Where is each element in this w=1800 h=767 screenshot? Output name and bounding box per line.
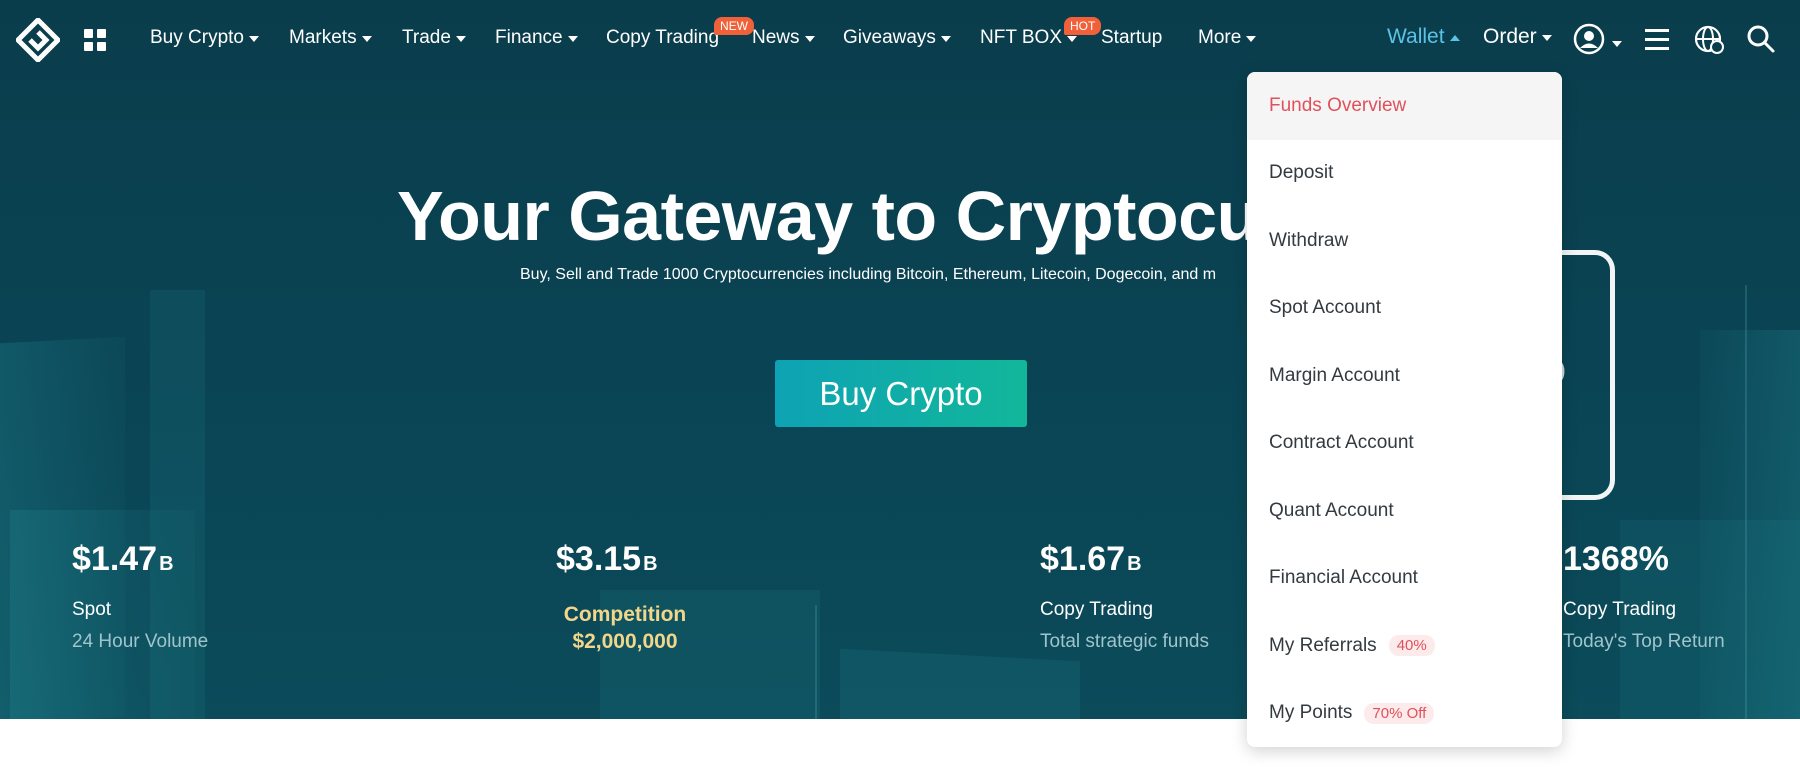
menu-item-contract-account[interactable]: Contract Account bbox=[1247, 410, 1562, 478]
menu-icon[interactable] bbox=[1640, 22, 1674, 56]
apps-grid-icon[interactable] bbox=[84, 29, 106, 51]
menu-item-withdraw[interactable]: Withdraw bbox=[1247, 207, 1562, 275]
decorative-pillar bbox=[840, 648, 1080, 719]
menu-item-financial-account[interactable]: Financial Account bbox=[1247, 545, 1562, 613]
hot-badge: HOT bbox=[1064, 17, 1102, 35]
stat-sublabel: Today's Top Return bbox=[1563, 631, 1725, 652]
nav-giveaways[interactable]: Giveaways bbox=[843, 27, 951, 49]
stat-copy-trading-return: 1368% Copy Trading Today's Top Return bbox=[1563, 540, 1725, 653]
nav-buy-crypto[interactable]: Buy Crypto bbox=[150, 27, 259, 49]
stat-label: Copy Trading bbox=[1563, 599, 1677, 620]
points-tag: 70% Off bbox=[1364, 702, 1435, 724]
menu-item-quant-account[interactable]: Quant Account bbox=[1247, 477, 1562, 545]
caret-down-icon bbox=[1612, 41, 1622, 47]
stat-spot: $1.47 B Spot 24 Hour Volume bbox=[72, 540, 208, 653]
user-icon[interactable] bbox=[1572, 22, 1606, 56]
menu-item-my-referrals[interactable]: My Referrals 40% bbox=[1247, 612, 1562, 680]
stat-value: $1.67 B bbox=[1040, 540, 1142, 578]
nav-news[interactable]: News bbox=[752, 27, 815, 49]
hero-subline: Buy, Sell and Trade 1000 Cryptocurrencie… bbox=[520, 266, 1217, 283]
menu-item-spot-account[interactable]: Spot Account bbox=[1247, 275, 1562, 343]
stat-competition[interactable]: $3.15 B Competition $2,000,000 bbox=[540, 540, 710, 655]
nav-order[interactable]: Order bbox=[1483, 25, 1552, 49]
competition-prize: $2,000,000 bbox=[572, 630, 678, 653]
caret-down-icon bbox=[248, 36, 259, 42]
nav-more[interactable]: More bbox=[1198, 27, 1257, 49]
menu-item-deposit[interactable]: Deposit bbox=[1247, 140, 1562, 208]
search-icon[interactable] bbox=[1744, 22, 1778, 56]
stat-copy-trading-funds: $1.67 B Copy Trading Total strategic fund… bbox=[1040, 540, 1209, 653]
caret-down-icon bbox=[1067, 36, 1077, 42]
nav-nft-box[interactable]: NFT BOX bbox=[980, 27, 1077, 49]
new-badge: NEW bbox=[714, 17, 754, 35]
caret-down-icon bbox=[361, 36, 372, 42]
caret-down-icon bbox=[1541, 35, 1552, 41]
nav-finance[interactable]: Finance bbox=[495, 27, 578, 49]
competition-label: Competition bbox=[563, 603, 687, 626]
menu-item-my-points[interactable]: My Points 70% Off bbox=[1247, 680, 1562, 748]
stat-label: Copy Trading bbox=[1040, 599, 1154, 620]
globe-icon[interactable] bbox=[1692, 22, 1726, 56]
caret-down-icon bbox=[940, 36, 951, 42]
menu-item-margin-account[interactable]: Margin Account bbox=[1247, 342, 1562, 410]
caret-down-icon bbox=[804, 36, 815, 42]
stat-sublabel: Total strategic funds bbox=[1040, 631, 1209, 652]
decorative-line bbox=[1745, 285, 1747, 719]
menu-item-funds-overview[interactable]: Funds Overview bbox=[1247, 72, 1562, 140]
buy-crypto-button[interactable]: Buy Crypto bbox=[775, 360, 1027, 427]
stat-value: $1.47 B bbox=[72, 540, 174, 578]
hero-headline: Your Gateway to Cryptocurr bbox=[397, 177, 1313, 255]
nav-startup[interactable]: Startup bbox=[1101, 27, 1162, 49]
referral-tag: 40% bbox=[1388, 635, 1435, 657]
stat-label: Spot bbox=[72, 599, 112, 620]
logo-icon[interactable] bbox=[16, 18, 60, 62]
stat-value: $3.15 B bbox=[556, 540, 658, 578]
caret-up-icon bbox=[1449, 35, 1460, 41]
caret-down-icon bbox=[567, 36, 578, 42]
wallet-dropdown-menu: Funds Overview Deposit Withdraw Spot Acc… bbox=[1247, 72, 1562, 747]
decorative-line bbox=[815, 605, 817, 719]
caret-down-icon bbox=[1246, 36, 1257, 42]
nav-wallet[interactable]: Wallet bbox=[1387, 25, 1460, 49]
nav-copy-trading[interactable]: Copy Trading bbox=[606, 27, 719, 49]
stat-value: 1368% bbox=[1563, 540, 1669, 578]
nav-trade[interactable]: Trade bbox=[402, 27, 466, 49]
nav-markets[interactable]: Markets bbox=[289, 27, 372, 49]
stat-sublabel: 24 Hour Volume bbox=[72, 631, 209, 652]
caret-down-icon bbox=[455, 36, 466, 42]
top-navbar: Buy Crypto Markets Trade Finance Copy Tr… bbox=[0, 0, 1800, 80]
